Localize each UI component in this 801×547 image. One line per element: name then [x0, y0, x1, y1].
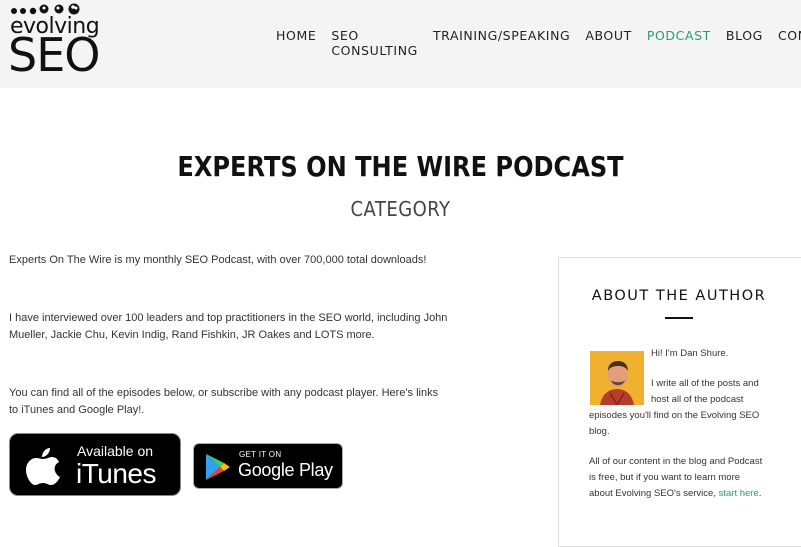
bio-text: .: [758, 488, 762, 499]
logo-text-bottom: SEO: [8, 28, 100, 82]
nav-training-speaking[interactable]: TRAINING/SPEAKING: [433, 28, 570, 44]
itunes-badge-big-text: iTunes: [76, 458, 157, 489]
google-play-badge-big-text: Google Play: [238, 460, 333, 480]
bio-text: about Evolving SEO's service,: [589, 488, 719, 499]
intro-paragraph: Experts On The Wire is my monthly SEO Po…: [9, 254, 427, 266]
bio-line: host all of the podcast: [651, 394, 744, 405]
guests-paragraph: I have interviewed over 100 leaders and …: [9, 312, 448, 341]
start-here-link[interactable]: start here: [719, 488, 759, 499]
bio-line: blog.: [589, 426, 610, 437]
bio-line: about Evolving SEO's service, start here…: [589, 486, 779, 502]
nav-home[interactable]: HOME: [276, 28, 316, 44]
subscribe-paragraph: You can find all of the episodes below, …: [9, 387, 439, 416]
apple-icon: [26, 448, 60, 485]
page-subtitle: CATEGORY: [350, 197, 451, 221]
about-author-widget: ABOUT THE AUTHOR Hi! I'm Dan Shure. I wr…: [558, 257, 801, 547]
widget-title: ABOUT THE AUTHOR: [591, 288, 767, 304]
nav-seo-consulting[interactable]: SEO CONSULTING: [331, 28, 418, 58]
bio-line: All of our content in the blog and Podca…: [589, 456, 763, 467]
nav-blog[interactable]: BLOG: [726, 28, 763, 44]
bio-line: Hi! I'm Dan Shure.: [651, 348, 729, 359]
author-bio: Hi! I'm Dan Shure. I write all of the po…: [589, 346, 779, 502]
site-header: evolving SEO HOME SEO CONSULTING TRAININ…: [0, 0, 801, 88]
itunes-badge-small-text: Available on: [77, 443, 154, 459]
google-play-icon: [206, 454, 230, 480]
nav-about[interactable]: ABOUT: [585, 28, 632, 44]
bio-line: I write all of the posts and: [651, 378, 759, 389]
title-divider: [665, 317, 693, 319]
site-logo[interactable]: evolving SEO: [6, 2, 100, 82]
nav-podcast[interactable]: PODCAST: [647, 28, 711, 44]
bio-line: is free, but if you want to learn more: [589, 472, 741, 483]
bio-line: episodes you'll find on the Evolving SEO: [589, 410, 760, 421]
nav-contact[interactable]: CONTACT: [778, 28, 801, 44]
main-nav: HOME SEO CONSULTING TRAINING/SPEAKING AB…: [276, 28, 801, 58]
google-play-badge[interactable]: GET IT ON Google Play: [193, 443, 343, 489]
google-play-badge-small-text: GET IT ON: [239, 450, 282, 459]
itunes-badge[interactable]: Available on iTunes: [9, 433, 181, 496]
page-title: EXPERTS ON THE WIRE PODCAST: [177, 150, 624, 183]
